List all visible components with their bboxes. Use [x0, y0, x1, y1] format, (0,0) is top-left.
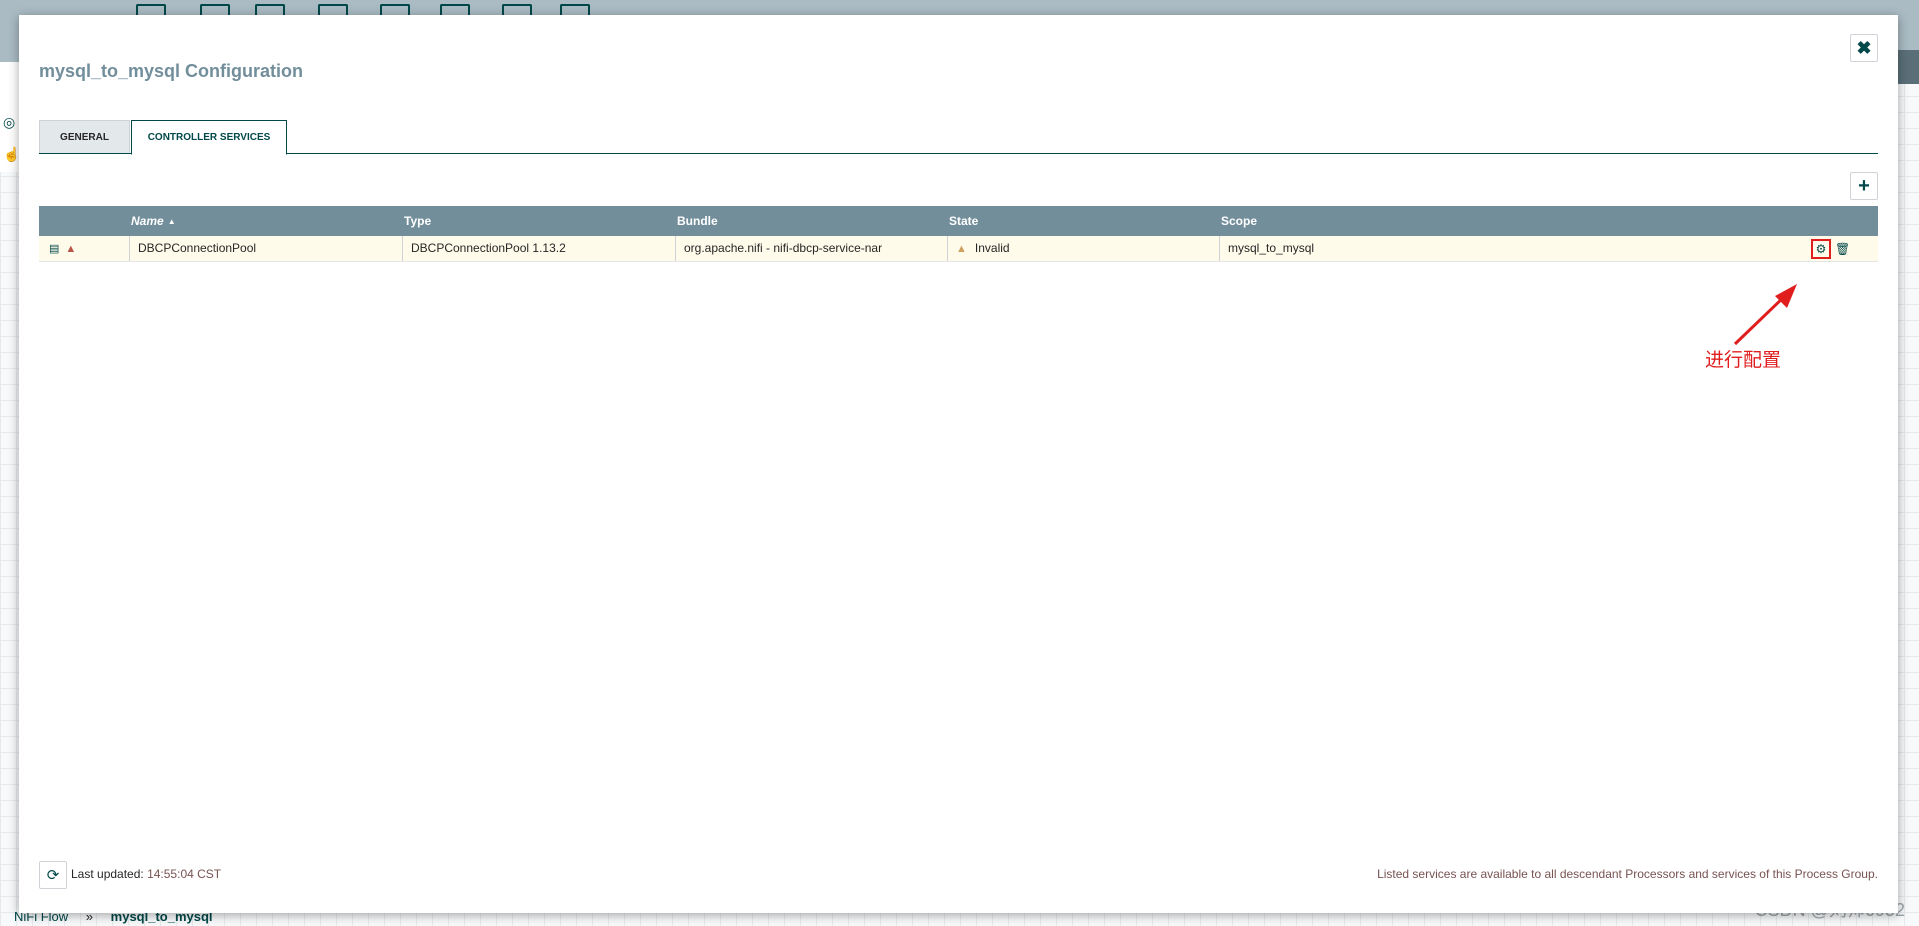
tab-bar: GENERAL CONTROLLER SERVICES: [39, 120, 1878, 155]
table-header: Name ▲ Type Bundle State Scope: [39, 206, 1878, 236]
row-icons-cell: ▤ ▲: [39, 236, 129, 261]
dialog-footer: ⟳ Last updated: 14:55:04 CST Listed serv…: [39, 861, 1878, 891]
table-row[interactable]: ▤ ▲ DBCPConnectionPool DBCPConnectionPool…: [39, 236, 1878, 262]
sort-asc-icon: ▲: [167, 217, 176, 226]
scope-label: mysql_to_mysql: [1228, 241, 1315, 255]
annotation-label: 进行配置: [1705, 350, 1782, 371]
column-header-state[interactable]: State: [949, 206, 978, 236]
close-icon: ✖: [1856, 37, 1872, 58]
scope-note: Listed services are available to all des…: [1377, 867, 1878, 881]
pointer-icon[interactable]: ☝: [3, 146, 20, 163]
cell-state: ▲ Invalid: [947, 236, 1219, 261]
compass-icon[interactable]: ◎: [3, 114, 15, 131]
cell-scope: mysql_to_mysql: [1219, 236, 1878, 261]
last-updated: Last updated: 14:55:04 CST: [71, 867, 221, 881]
controller-services-table: Name ▲ Type Bundle State Scope ▤ ▲ DBCPCon…: [39, 206, 1878, 262]
usage-book-icon[interactable]: ▤: [49, 243, 59, 255]
delete-trash-icon[interactable]: 🗑: [1835, 242, 1850, 256]
tab-controller-services[interactable]: CONTROLLER SERVICES: [131, 120, 287, 155]
close-button[interactable]: ✖: [1850, 34, 1878, 62]
invalid-warning-icon[interactable]: ▲: [956, 243, 967, 255]
cell-bundle: org.apache.nifi - nifi-dbcp-service-nar: [675, 236, 947, 261]
column-header-bundle[interactable]: Bundle: [677, 206, 718, 236]
configure-gear-icon[interactable]: ⚙: [1811, 238, 1831, 259]
annotation-arrow: [1733, 284, 1797, 346]
row-actions: ⚙ 🗑: [1811, 236, 1850, 261]
column-header-name-label: Name: [131, 214, 164, 228]
cell-type: DBCPConnectionPool 1.13.2: [402, 236, 675, 261]
navigate-panel: ◎ ☝: [0, 62, 21, 172]
refresh-button[interactable]: ⟳: [39, 861, 67, 889]
refresh-icon: ⟳: [46, 867, 60, 884]
dialog-title: mysql_to_mysql Configuration: [39, 61, 304, 81]
last-updated-label: Last updated:: [71, 867, 144, 881]
column-header-name[interactable]: Name ▲: [131, 206, 176, 236]
bulletin-strip: [1897, 50, 1919, 84]
add-controller-service-button[interactable]: +: [1850, 172, 1878, 200]
tab-general[interactable]: GENERAL: [39, 120, 130, 153]
state-label: Invalid: [974, 241, 1010, 255]
last-updated-time: 14:55:04 CST: [147, 867, 222, 881]
plus-icon: +: [1858, 174, 1870, 197]
configuration-dialog: ✖ mysql_to_mysql Configuration GENERAL C…: [19, 15, 1898, 913]
column-header-type[interactable]: Type: [404, 206, 431, 236]
warning-icon[interactable]: ▲: [65, 243, 76, 255]
column-header-scope[interactable]: Scope: [1221, 206, 1257, 236]
cell-name: DBCPConnectionPool: [129, 236, 402, 261]
